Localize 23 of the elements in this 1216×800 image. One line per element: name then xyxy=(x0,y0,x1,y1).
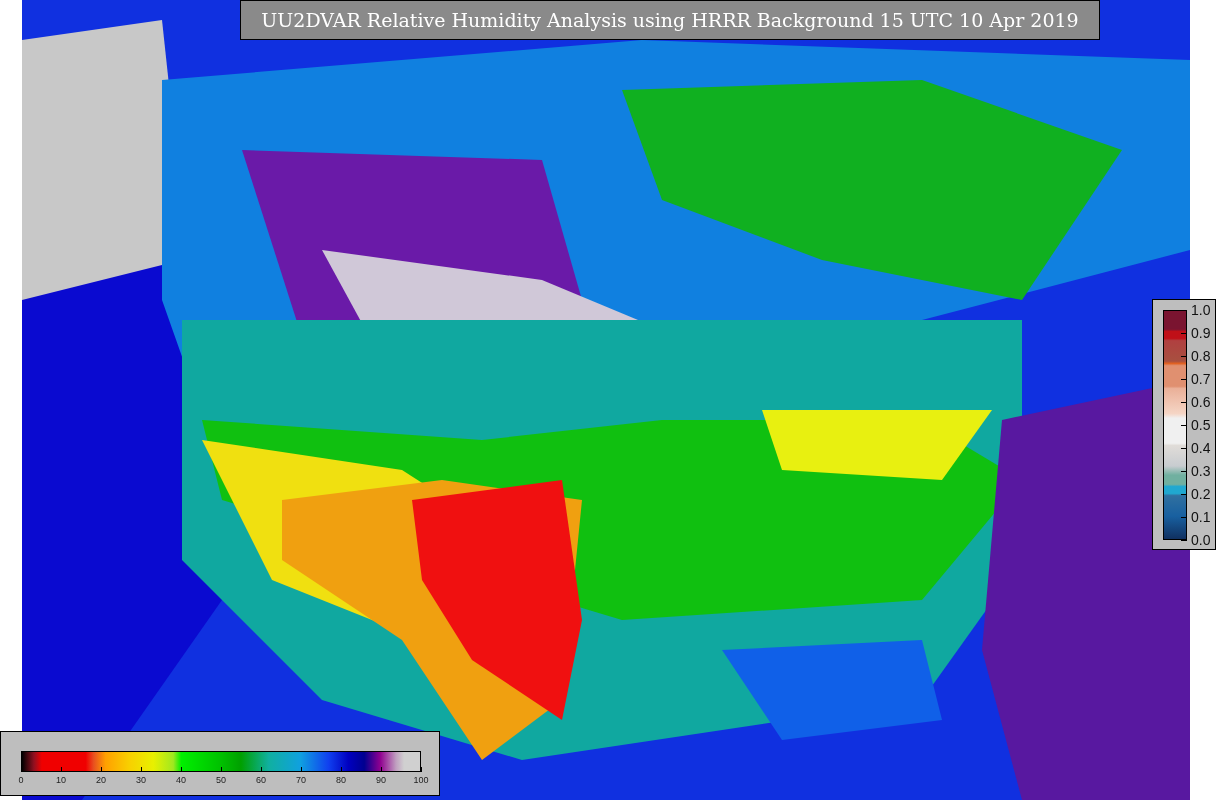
tick-label: 70 xyxy=(295,775,307,785)
tick-label: 60 xyxy=(255,775,267,785)
tick-label: 1.0 xyxy=(1191,302,1211,318)
tick-label: 50 xyxy=(215,775,227,785)
tick-label: 90 xyxy=(375,775,387,785)
tick-label: 0.2 xyxy=(1191,486,1211,502)
tick-label: 0.9 xyxy=(1191,325,1211,341)
tick-label: 0.3 xyxy=(1191,463,1211,479)
tick-label: 0.0 xyxy=(1191,532,1211,548)
tick-label: 20 xyxy=(95,775,107,785)
tick-label: 100 xyxy=(412,775,430,785)
tick-label: 0 xyxy=(17,775,25,785)
tick-label: 0.5 xyxy=(1191,417,1211,433)
tick-label: 0.1 xyxy=(1191,509,1211,525)
tick-label: 0.4 xyxy=(1191,440,1211,456)
tick-label: 0.8 xyxy=(1191,348,1211,364)
tick-label: 10 xyxy=(55,775,67,785)
tick-label: 0.7 xyxy=(1191,371,1211,387)
tick-label: 40 xyxy=(175,775,187,785)
tick-label: 0.6 xyxy=(1191,394,1211,410)
map-title: UU2DVAR Relative Humidity Analysis using HRRR Background 15 UTC 10 Apr 2019 xyxy=(240,0,1100,40)
tick-label: 80 xyxy=(335,775,347,785)
tick-label: 30 xyxy=(135,775,147,785)
